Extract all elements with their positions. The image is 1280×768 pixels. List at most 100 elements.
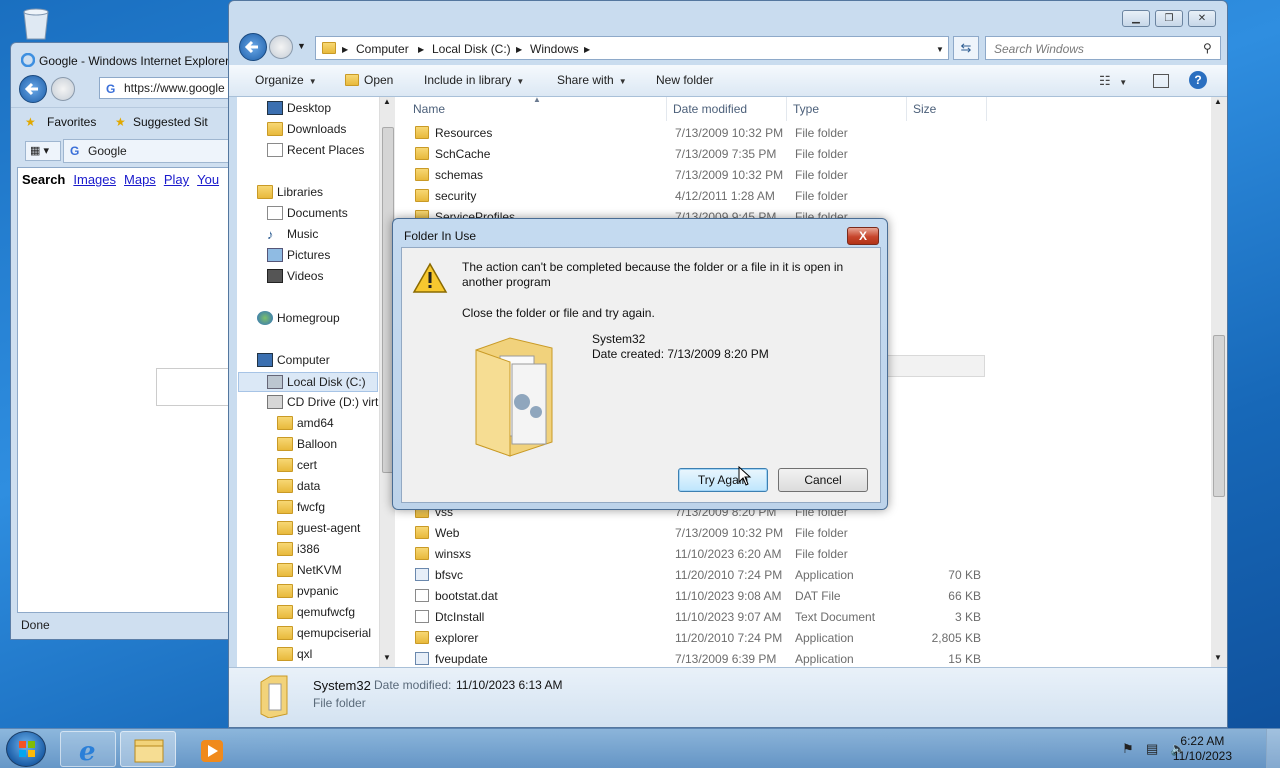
nav-subfolder-item[interactable]: Balloon [277,437,337,451]
ie-address-bar[interactable]: G https://www.google [99,77,239,99]
tab-google[interactable]: G Google x [63,139,239,163]
nav-subfolder-item[interactable]: data [277,479,320,493]
suggested-sites-link[interactable]: Suggested Sit [133,115,208,129]
file-row[interactable]: schemas 7/13/2009 10:32 PM File folder [395,165,1211,186]
favorites-button[interactable]: Favorites [47,115,96,129]
file-row[interactable]: explorer 11/20/2010 7:24 PM Application 2,8… [395,628,1211,649]
google-link-maps[interactable]: Maps [124,172,156,187]
favorites-star-icon[interactable]: ★ [25,115,36,129]
scroll-down-icon[interactable]: ▼ [383,653,391,662]
help-icon[interactable]: ? [1189,71,1207,89]
cancel-button[interactable]: Cancel [778,468,868,492]
file-row[interactable]: SchCache 7/13/2009 7:35 PM File folder [395,144,1211,165]
google-link-images[interactable]: Images [73,172,116,187]
system-clock[interactable]: 6:22 AM 11/10/2023 [1173,734,1232,764]
breadcrumb-separator-icon[interactable]: ▶ [418,45,424,54]
file-row[interactable]: fveupdate 7/13/2009 6:39 PM Application 15 … [395,649,1211,667]
network-icon[interactable]: ▤ [1146,741,1158,757]
google-link-youtube[interactable]: You [197,172,219,187]
google-search-input[interactable] [156,368,236,406]
back-button[interactable] [239,33,267,61]
nav-subfolder-item[interactable]: i386 [277,542,320,556]
ie-forward-button[interactable] [51,77,75,101]
nav-subfolder-item[interactable]: qxl [277,647,312,661]
scroll-up-icon[interactable]: ▲ [383,97,391,106]
taskbar-ie-button[interactable]: e [60,731,116,767]
taskbar-explorer-button[interactable] [120,731,176,767]
organize-button[interactable]: Organize ▼ [255,73,317,87]
file-row[interactable]: winsxs 11/10/2023 6:20 AM File folder [395,544,1211,565]
details-name: System32 [313,678,371,693]
file-row[interactable]: bfsvc 11/20/2010 7:24 PM Application 70 KB [395,565,1211,586]
nav-cd-drive[interactable]: CD Drive (D:) virt [267,395,378,409]
nav-homegroup[interactable]: Homegroup [257,311,340,325]
nav-subfolder-item[interactable]: guest-agent [277,521,360,535]
nav-subfolder-item[interactable]: amd64 [277,416,334,430]
file-row[interactable]: security 4/12/2011 1:28 AM File folder [395,186,1211,207]
add-favorite-icon[interactable]: ★ [115,115,126,129]
nav-documents[interactable]: Documents [267,206,348,220]
file-row[interactable]: bootstat.dat 11/10/2023 9:08 AM DAT File 66… [395,586,1211,607]
refresh-button[interactable]: ⇆ [953,36,979,60]
google-link-play[interactable]: Play [164,172,189,187]
dialog-close-button[interactable]: X [847,227,879,245]
mouse-cursor-icon [738,465,752,489]
address-bar[interactable]: ▶ Computer ▶ Local Disk (C:) ▶ Windows ▶… [315,36,949,60]
nav-music[interactable]: ♪ Music [267,227,318,242]
taskbar-media-player-button[interactable] [182,731,238,767]
nav-libraries[interactable]: Libraries [257,185,323,199]
try-again-button[interactable]: Try Again [678,468,768,492]
search-icon[interactable]: ⚲ [1203,41,1212,55]
google-link-search[interactable]: Search [22,172,65,187]
file-type: Application [795,631,854,645]
nav-computer[interactable]: Computer [257,353,330,367]
recycle-bin-icon[interactable] [16,6,56,40]
breadcrumb-separator-icon[interactable]: ▶ [584,45,590,54]
nav-subfolder-item[interactable]: NetKVM [277,563,342,577]
preview-pane-icon[interactable] [1153,74,1169,88]
nav-local-disk[interactable]: Local Disk (C:) [238,372,378,392]
file-scrollbar-thumb[interactable] [1213,335,1225,497]
file-row[interactable]: DtcInstall 11/10/2023 9:07 AM Text Documen… [395,607,1211,628]
include-in-library-button[interactable]: Include in library ▼ [424,73,524,87]
column-header-type[interactable]: Type [787,97,907,121]
nav-subfolder-item[interactable]: qemufwcfg [277,605,355,619]
maximize-button[interactable]: ❐ [1155,10,1183,27]
start-button[interactable] [6,731,46,767]
close-window-button[interactable]: ✕ [1188,10,1216,27]
action-center-flag-icon[interactable]: ⚑ [1122,741,1134,757]
nav-subfolder-item[interactable]: fwcfg [277,500,325,514]
file-row[interactable]: Resources 7/13/2009 10:32 PM File folder [395,123,1211,144]
ie-back-button[interactable] [19,75,47,103]
breadcrumb-computer[interactable]: Computer [356,42,409,56]
breadcrumb-local-disk[interactable]: Local Disk (C:) [432,42,511,56]
nav-videos[interactable]: Videos [267,269,323,283]
forward-button[interactable] [269,35,293,59]
nav-desktop[interactable]: Desktop [267,101,331,115]
recent-pages-chevron-icon[interactable]: ▼ [297,41,306,51]
breadcrumb-windows[interactable]: Windows [530,42,579,56]
nav-recent-places[interactable]: Recent Places [267,143,364,157]
breadcrumb-separator-icon[interactable]: ▶ [516,45,522,54]
column-header-date[interactable]: Date modified [667,97,787,121]
nav-subfolder-item[interactable]: cert [277,458,317,472]
address-dropdown-icon[interactable]: ▼ [936,45,944,54]
column-header-size[interactable]: Size [907,97,987,121]
open-button[interactable]: Open [345,73,393,87]
nav-downloads[interactable]: Downloads [267,122,346,136]
nav-subfolder-item[interactable]: pvpanic [277,584,338,598]
quick-tabs-icon[interactable]: ▦ ▾ [25,141,61,161]
file-row[interactable]: Web 7/13/2009 10:32 PM File folder [395,523,1211,544]
nav-pictures[interactable]: Pictures [267,248,330,262]
share-with-button[interactable]: Share with ▼ [557,73,627,87]
views-icon[interactable]: ☷ ▼ [1099,73,1127,89]
nav-subfolder-item[interactable]: qemupciserial [277,626,371,640]
scroll-down-icon[interactable]: ▼ [1214,653,1222,662]
search-input[interactable]: Search Windows [985,36,1221,60]
new-folder-button[interactable]: New folder [656,73,713,87]
scroll-up-icon[interactable]: ▲ [1214,97,1222,106]
file-list-scrollbar[interactable]: ▲ ▼ [1211,97,1227,667]
minimize-button[interactable]: ▁ [1122,10,1150,27]
ie-favorites-bar: ★ Favorites ★ Suggested Sit [11,107,239,135]
show-desktop-button[interactable] [1266,729,1280,768]
